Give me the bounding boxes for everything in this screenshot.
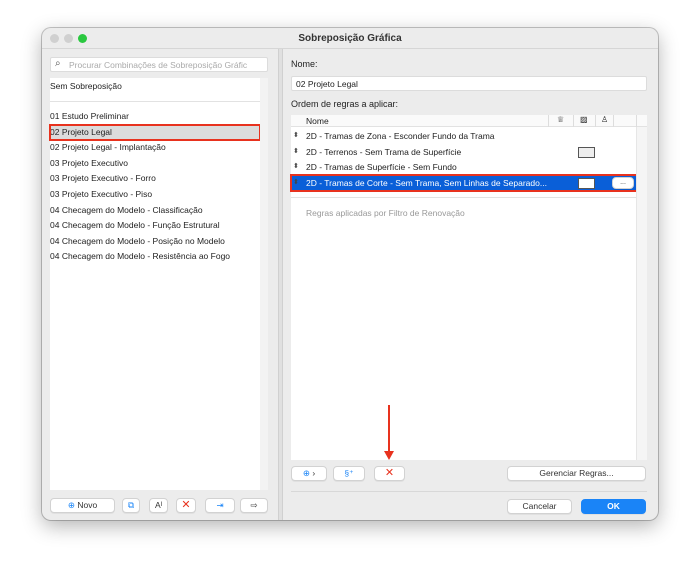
- rule-row[interactable]: ⬍ 2D - Terrenos - Sem Trama de Superfície: [291, 144, 646, 160]
- list-item[interactable]: 04 Checagem do Modelo - Posição no Model…: [50, 234, 260, 249]
- name-field[interactable]: 02 Projeto Legal: [291, 76, 647, 91]
- annotation-arrow: [388, 405, 390, 453]
- list-item[interactable]: 03 Projeto Executivo - Piso: [50, 187, 260, 202]
- table-header: Nome ♕ ▨ ♙: [291, 115, 647, 127]
- fill-swatch[interactable]: [578, 177, 595, 189]
- rename-icon: Aᴵ: [154, 500, 163, 510]
- rule-name: 2D - Tramas de Corte - Sem Trama, Sem Li…: [306, 177, 547, 188]
- fill-pattern-icon: ▨: [580, 115, 588, 124]
- reorder-handle-icon[interactable]: ⬍: [293, 128, 299, 144]
- close-button[interactable]: [50, 34, 59, 43]
- manage-rules-button[interactable]: Gerenciar Regras...: [507, 466, 646, 481]
- reorder-handle-icon[interactable]: ⬍: [293, 175, 299, 191]
- annotation-arrowhead: [384, 451, 394, 460]
- cancel-button[interactable]: Cancelar: [507, 499, 572, 514]
- footer-divider: [291, 491, 647, 492]
- list-item[interactable]: 04 Checagem do Modelo - Resistência ao F…: [50, 249, 260, 264]
- search-input[interactable]: ⌕ Procurar Combinações de Sobreposição G…: [50, 57, 268, 72]
- reorder-handle-icon[interactable]: ⬍: [293, 159, 299, 175]
- export-icon: ⇨: [250, 500, 258, 510]
- rule-row[interactable]: ⬍ 2D - Tramas de Corte - Sem Trama, Sem L…: [290, 173, 647, 192]
- new-button[interactable]: ⊕ Novo: [50, 498, 115, 513]
- duplicate-button[interactable]: ⧉: [122, 498, 140, 513]
- list-item[interactable]: 02 Projeto Legal: [49, 123, 261, 141]
- graphic-override-dialog: Sobreposição Gráfica ⌕ Procurar Combinaç…: [42, 28, 658, 520]
- crown-icon: ♕: [557, 115, 565, 124]
- more-button[interactable]: ...: [612, 176, 634, 189]
- rename-button[interactable]: Aᴵ: [149, 498, 168, 513]
- rule-row[interactable]: ⬍ 2D - Tramas de Zona - Esconder Fundo da…: [291, 128, 646, 144]
- scrollbar[interactable]: [636, 127, 647, 460]
- column-name[interactable]: Nome: [306, 116, 329, 126]
- plus-circle-icon: ⊕: [302, 468, 310, 478]
- search-icon: ⌕: [55, 58, 61, 69]
- name-label: Nome:: [291, 59, 318, 69]
- x-icon: ✕: [181, 499, 191, 511]
- delete-combination-button[interactable]: ✕: [176, 498, 196, 513]
- list-item[interactable]: 04 Checagem do Modelo - Classificação: [50, 203, 260, 218]
- reorder-handle-icon[interactable]: ⬍: [293, 144, 299, 160]
- rule-name: 2D - Tramas de Zona - Esconder Fundo da …: [306, 131, 495, 141]
- export-button[interactable]: ⇨: [240, 498, 268, 513]
- rule-row[interactable]: ⬍ 2D - Tramas de Superfície - Sem Fundo: [291, 159, 646, 175]
- list-item-none[interactable]: Sem Sobreposição: [50, 79, 122, 94]
- rule-name: 2D - Terrenos - Sem Trama de Superfície: [306, 146, 462, 157]
- x-icon: ✕: [384, 467, 395, 479]
- list-item[interactable]: 01 Estudo Preliminar: [50, 109, 260, 124]
- fill-swatch[interactable]: [578, 146, 595, 158]
- title-bar: Sobreposição Gráfica: [42, 28, 658, 49]
- zoom-button[interactable]: [78, 34, 87, 43]
- minimize-button[interactable]: [64, 34, 73, 43]
- ok-button[interactable]: OK: [581, 499, 646, 514]
- list-separator: [50, 101, 260, 102]
- rule-name: 2D - Tramas de Superfície - Sem Fundo: [306, 162, 457, 173]
- pen-icon: ♙: [601, 115, 609, 124]
- pane-divider[interactable]: [278, 49, 283, 520]
- rules-table: Nome ♕ ▨ ♙ ⬍ 2D - Tramas de Zona - Escond…: [290, 115, 647, 460]
- add-rule-button[interactable]: ⊕ ›: [291, 466, 327, 481]
- chevron-right-icon: ›: [312, 468, 316, 478]
- import-button[interactable]: ⇥: [205, 498, 235, 513]
- import-icon: ⇥: [216, 500, 224, 510]
- rule-add-icon: §⁺: [344, 468, 354, 478]
- list-item[interactable]: 02 Projeto Legal - Implantação: [50, 140, 260, 155]
- combination-list: Sem Sobreposição 01 Estudo Preliminar 02 …: [49, 78, 268, 490]
- remove-rule-button[interactable]: ✕: [374, 466, 405, 481]
- rules-label: Ordem de regras a aplicar:: [291, 99, 399, 109]
- scrollbar[interactable]: [260, 78, 268, 490]
- plus-circle-icon: ⊕: [67, 500, 75, 510]
- add-rule-set-button[interactable]: §⁺: [333, 466, 365, 481]
- list-item[interactable]: 03 Projeto Executivo: [50, 156, 260, 171]
- list-item[interactable]: 04 Checagem do Modelo - Função Estrutura…: [50, 218, 260, 233]
- rules-separator: [291, 197, 636, 198]
- new-label: Novo: [77, 500, 98, 510]
- search-placeholder: Procurar Combinações de Sobreposição Grá…: [69, 60, 248, 70]
- list-item[interactable]: 03 Projeto Executivo - Forro: [50, 171, 260, 186]
- renovation-label: Regras aplicadas por Filtro de Renovação: [306, 208, 465, 218]
